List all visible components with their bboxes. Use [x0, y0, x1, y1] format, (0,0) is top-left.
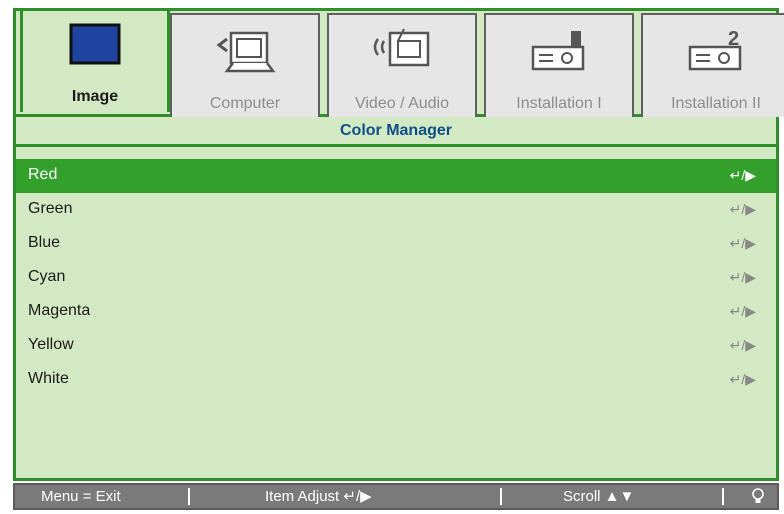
tab-image[interactable]: Image: [20, 8, 170, 112]
laptop-icon: [205, 23, 285, 88]
enter-right-icon: ↵/▶: [729, 201, 756, 217]
projector-2-icon: 2: [676, 23, 756, 88]
item-adjust-hint: Item Adjust ↵/▶: [265, 488, 372, 505]
list-item-green[interactable]: Green ↵/▶: [16, 193, 776, 227]
separator: [188, 488, 190, 505]
monitor-icon: [60, 19, 130, 84]
list-item-white[interactable]: White ↵/▶: [16, 363, 776, 397]
list-item-label: Yellow: [28, 336, 74, 353]
tv-wireless-icon: [362, 23, 442, 88]
separator: [722, 488, 724, 505]
svg-text:2: 2: [728, 28, 739, 50]
enter-right-icon: ↵/▶: [729, 235, 756, 251]
menu-exit-hint: Menu = Exit: [41, 488, 121, 505]
enter-right-icon: ↵/▶: [729, 303, 756, 319]
projector-1-icon: [519, 23, 599, 88]
list-item-label: Red: [28, 166, 58, 183]
tab-bar: Image Computer Video / Audio Installatio…: [16, 8, 784, 117]
separator: [500, 488, 502, 505]
list-item-label: Magenta: [28, 302, 91, 319]
tab-computer[interactable]: Computer: [170, 13, 320, 117]
enter-right-icon: ↵/▶: [729, 371, 756, 387]
enter-right-icon: ↵/▶: [729, 167, 756, 183]
tab-image-label: Image: [71, 88, 119, 105]
list-item-label: White: [28, 370, 69, 387]
tab-installation-1[interactable]: Installation I: [484, 13, 634, 117]
tab-installation-2[interactable]: 2 Installation II: [641, 13, 784, 117]
list-item-magenta[interactable]: Magenta ↵/▶: [16, 295, 776, 329]
enter-right-icon: ↵/▶: [729, 269, 756, 285]
tab-installation-1-label: Installation I: [516, 95, 602, 112]
tab-video-audio[interactable]: Video / Audio: [327, 13, 477, 117]
tab-installation-2-label: Installation II: [671, 95, 761, 112]
tab-video-audio-label: Video / Audio: [354, 95, 449, 112]
tab-computer-label: Computer: [209, 95, 281, 112]
scroll-hint: Scroll ▲▼: [563, 488, 635, 505]
list-item-label: Cyan: [28, 268, 66, 285]
list-item-label: Blue: [28, 234, 61, 251]
list-item-blue[interactable]: Blue ↵/▶: [16, 227, 776, 261]
list-item-red[interactable]: Red ↵/▶: [16, 159, 776, 193]
list-item-label: Green: [28, 200, 73, 217]
list-item-yellow[interactable]: Yellow ↵/▶: [16, 329, 776, 363]
osd-menu: Image Computer Video / Audio Installatio…: [13, 8, 784, 481]
list-item-cyan[interactable]: Cyan ↵/▶: [16, 261, 776, 295]
page-title: Color Manager: [16, 117, 776, 147]
lightbulb-icon: [751, 488, 765, 513]
color-list: Red ↵/▶ Green ↵/▶ Blue ↵/▶ Cyan ↵/▶ Mage…: [16, 159, 776, 397]
enter-right-icon: ↵/▶: [729, 337, 756, 353]
footer-hint-bar: Menu = Exit Item Adjust ↵/▶ Scroll ▲▼: [13, 483, 779, 510]
